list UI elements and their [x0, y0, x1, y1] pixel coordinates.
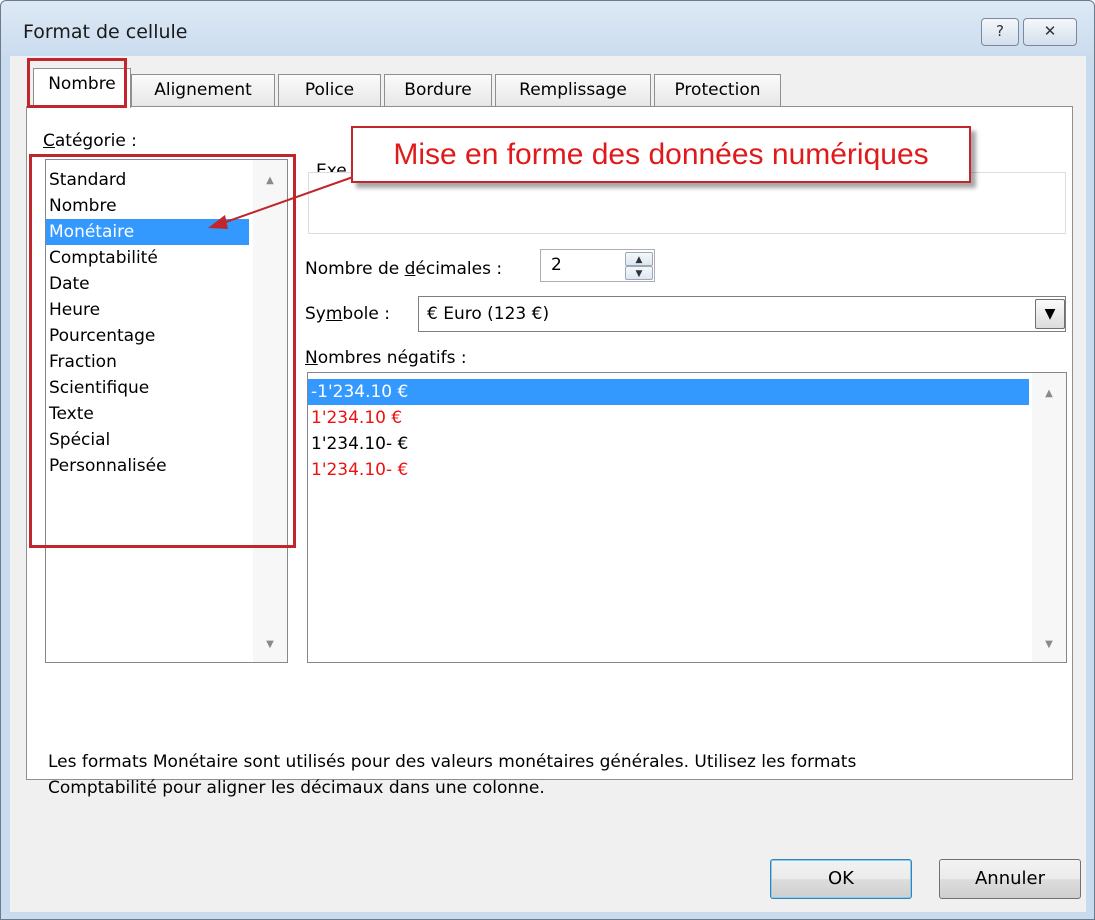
annotation-callout: Mise en forme des données numériques	[351, 126, 971, 183]
annotation-arrow-line	[222, 176, 354, 224]
annotation-arrow-head	[208, 215, 228, 229]
format-cell-dialog: Format de cellule ? ✕ Nombre Alignement …	[0, 0, 1095, 920]
